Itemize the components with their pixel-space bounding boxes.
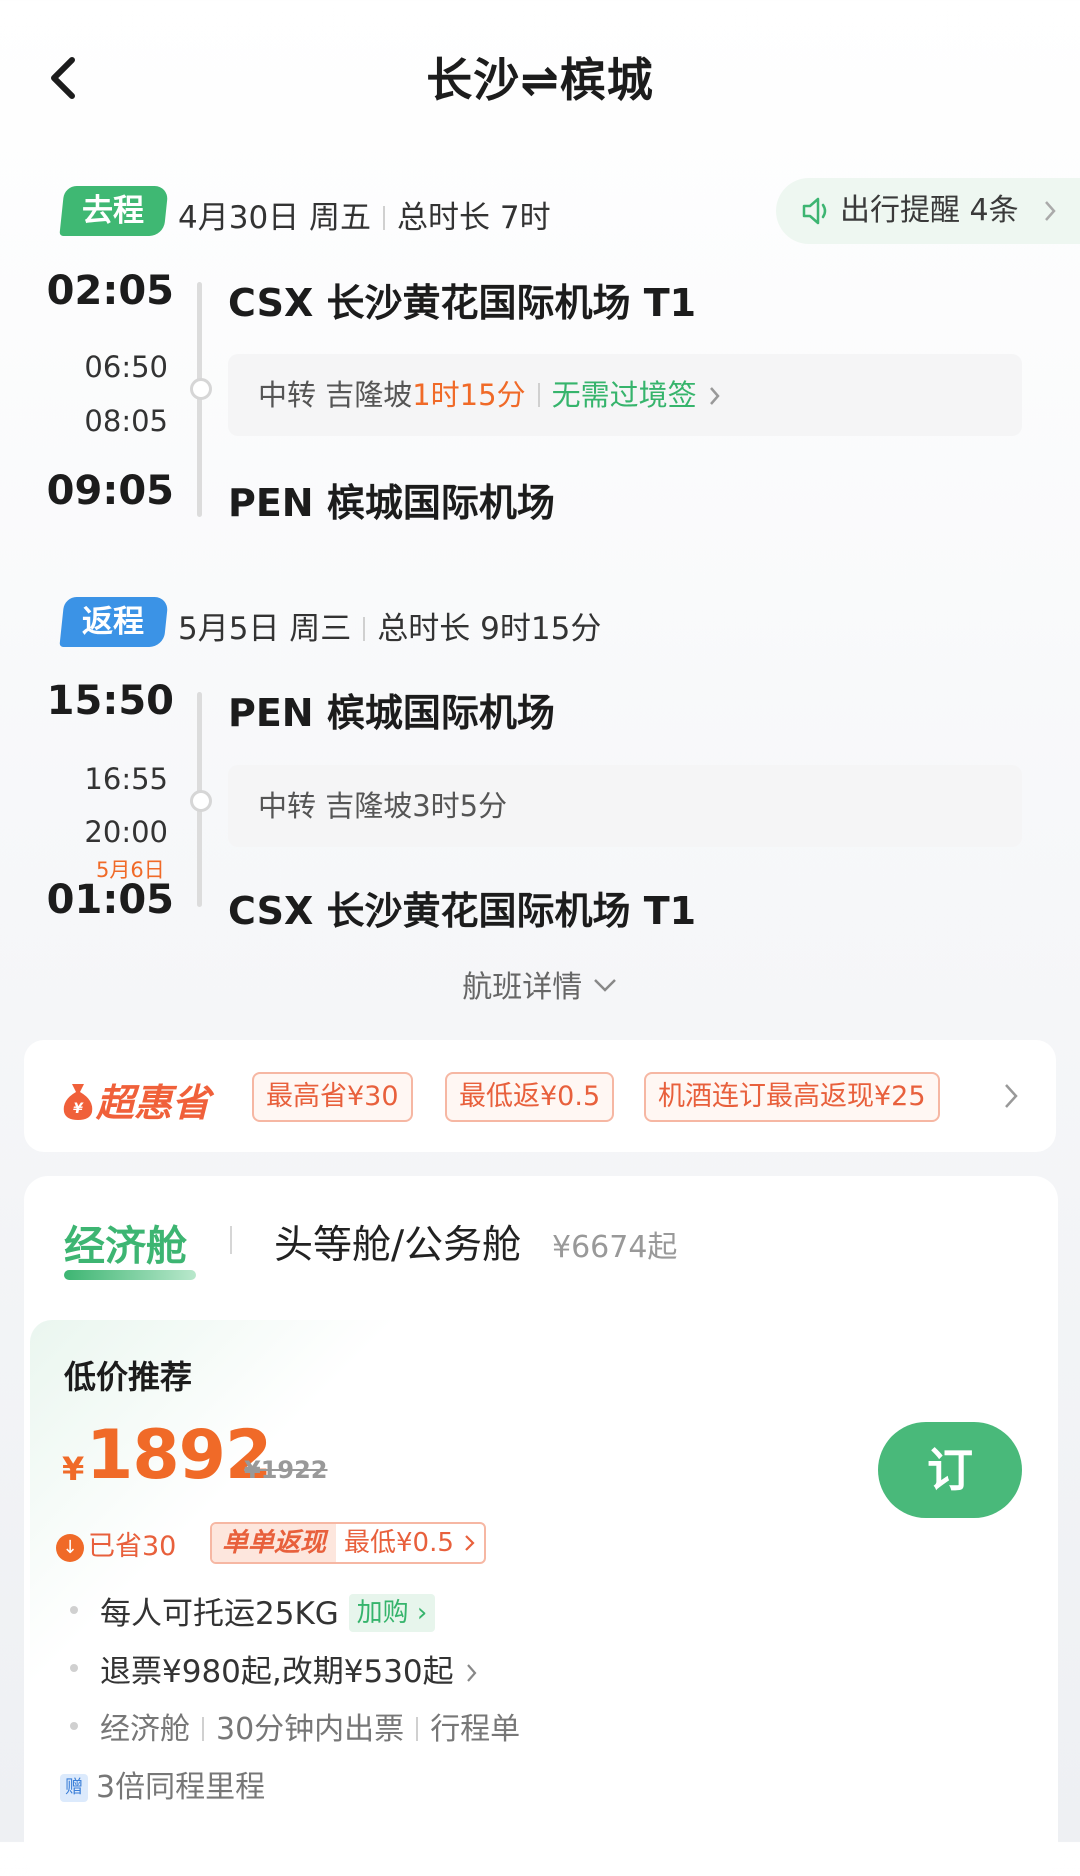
return-arr-airport: CSX 长沙黄花国际机场 T1 — [228, 889, 697, 933]
svg-text:¥: ¥ — [73, 1101, 84, 1117]
return-arr-time: 01:05 — [46, 877, 174, 923]
outbound-transfer-node — [190, 378, 212, 400]
price-currency: ¥ — [62, 1450, 85, 1488]
chevron-right-icon — [466, 1664, 476, 1682]
outbound-meta: 4月30日 周五 总时长 7时 — [178, 192, 551, 237]
bullet — [70, 1664, 78, 1672]
cashback-badge[interactable]: 单单返现 最低¥0.5 — [210, 1522, 486, 1564]
flight-detail-toggle[interactable]: 航班详情 — [0, 962, 1080, 1006]
baggage-buy-button[interactable]: 加购 › — [348, 1594, 436, 1632]
outbound-duration: 总时长 7时 — [397, 200, 551, 236]
original-price: ¥1922 — [244, 1456, 328, 1484]
bullet — [70, 1606, 78, 1614]
book-button[interactable]: 订 — [878, 1422, 1022, 1518]
return-transfer-dep: 20:00 — [84, 815, 168, 849]
return-transfer-box: 中转 吉隆坡3时5分 — [228, 765, 1022, 847]
page-title: 长沙⇌槟城 — [426, 53, 654, 107]
outbound-dep-airport: CSX 长沙黄花国际机场 T1 — [228, 281, 697, 325]
baggage-info: 每人可托运25KG 加购 › — [100, 1588, 436, 1633]
travel-reminder-button[interactable]: 出行提醒 4条 — [776, 178, 1080, 244]
outbound-transfer-arr: 06:50 — [84, 350, 168, 384]
business-price: ¥6674起 — [552, 1230, 678, 1265]
chevron-right-icon — [465, 1535, 475, 1551]
return-transfer-arr: 16:55 — [84, 762, 168, 796]
outbound-dep-time: 02:05 — [46, 268, 174, 314]
chevron-right-icon[interactable] — [1000, 1080, 1022, 1116]
outbound-transfer-dep: 08:05 — [84, 404, 168, 438]
tab-divider — [230, 1226, 232, 1254]
speaker-icon — [802, 197, 827, 225]
outbound-tag: 去程 — [59, 186, 169, 236]
arrow-down-circle-icon: ↓ — [56, 1534, 84, 1562]
promo-chip-hotel-bundle: 机酒连订最高返现¥25 — [644, 1072, 940, 1122]
tab-economy[interactable]: 经济舱 — [64, 1212, 187, 1272]
outbound-arr-time: 09:05 — [46, 468, 174, 514]
chevron-right-icon — [1045, 201, 1056, 221]
return-tag: 返程 — [59, 597, 169, 647]
gift-badge: 赠 — [60, 1774, 88, 1802]
chevron-right-icon — [709, 387, 720, 405]
visa-info[interactable]: 无需过境签 — [552, 378, 697, 412]
outbound-transfer-duration: 1时15分 — [412, 378, 526, 412]
promo-chip-min-return: 最低返¥0.5 — [445, 1072, 615, 1122]
tab-active-indicator — [64, 1270, 196, 1280]
ticket-tags: 经济舱 30分钟内出票 行程单 — [100, 1712, 521, 1747]
return-transfer-node — [190, 790, 212, 812]
return-dep-time: 15:50 — [46, 678, 174, 724]
refund-info[interactable]: 退票¥980起,改期¥530起 — [100, 1646, 480, 1691]
saved-badge: ↓ 已省30 — [56, 1524, 176, 1563]
return-duration: 总时长 9时15分 — [377, 611, 602, 647]
promo-chip-max-save: 最高省¥30 — [252, 1072, 413, 1122]
outbound-arr-airport: PEN 槟城国际机场 — [228, 481, 555, 525]
moneybag-icon: ¥ — [63, 1084, 93, 1120]
return-meta: 5月5日 周三 总时长 9时15分 — [178, 603, 601, 648]
promo-logo: ¥ 超惠省 — [60, 1072, 210, 1127]
return-date: 5月5日 周三 — [178, 611, 352, 647]
tab-business[interactable]: 头等舱/公务舱 — [274, 1214, 521, 1270]
gift-info: 赠 3倍同程里程 — [60, 1762, 265, 1806]
outbound-date: 4月30日 周五 — [178, 200, 372, 236]
outbound-transfer-box[interactable]: 中转 吉隆坡1时15分 无需过境签 — [228, 354, 1022, 436]
recommend-title: 低价推荐 — [64, 1358, 193, 1396]
return-dep-airport: PEN 槟城国际机场 — [228, 691, 555, 735]
bullet — [70, 1722, 78, 1730]
chevron-down-icon — [593, 979, 616, 992]
